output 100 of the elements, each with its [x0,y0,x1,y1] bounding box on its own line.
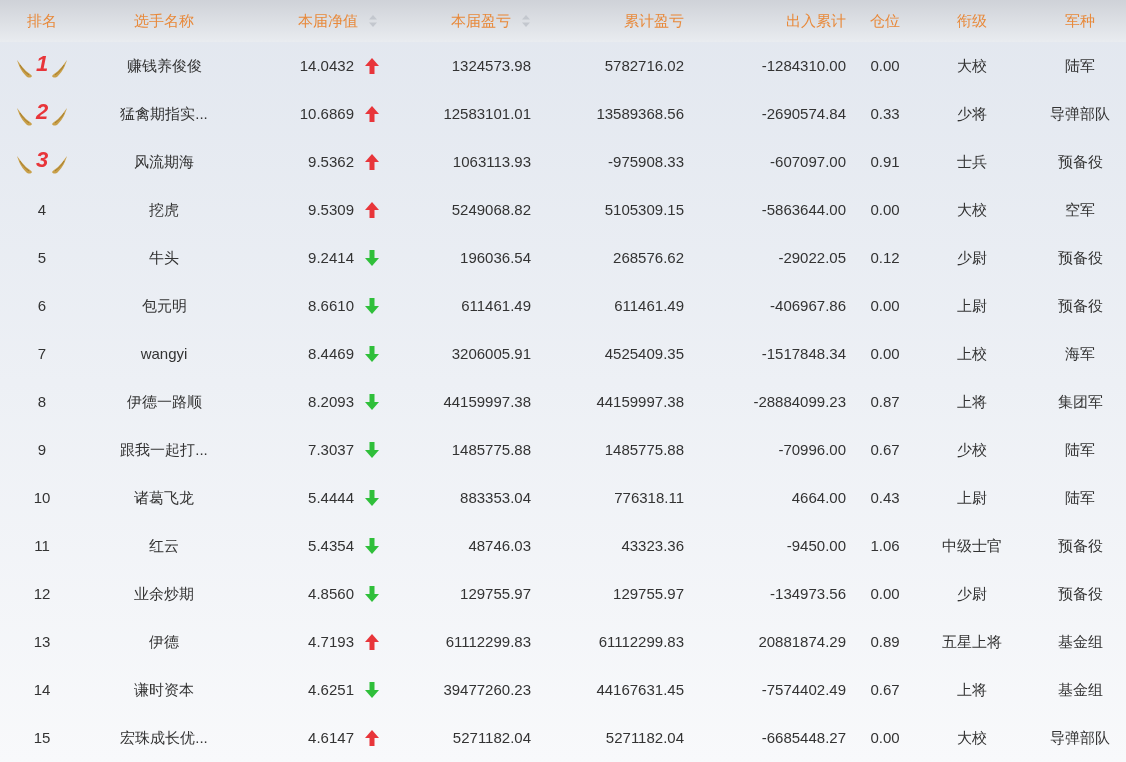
rank-number: 14 [33,679,51,700]
period-profit: 44159997.38 [443,391,531,412]
column-header[interactable]: 本届净值 [298,9,378,33]
net-value: 8.2093 [308,391,354,412]
position-ratio: 0.91 [870,151,900,172]
player-name: 风流期海 [134,151,194,172]
rank-title: 大校 [957,727,987,748]
position-ratio: 0.00 [870,295,900,316]
net-flow: -28884099.23 [753,391,846,412]
position-ratio: 0.87 [870,391,900,412]
column-header: 出入累计 [786,10,846,31]
net-flow: -5863644.00 [761,199,846,220]
net-flow: -406967.86 [770,295,846,316]
service-branch: 预备役 [1057,151,1103,172]
total-profit: 5782716.02 [604,55,684,76]
rank-title: 士兵 [957,151,987,172]
service-branch: 预备役 [1057,583,1103,604]
sort-icon[interactable] [521,14,531,28]
player-name: 谦时资本 [134,679,194,700]
net-value: 7.3037 [308,439,354,460]
column-header: 仓位 [870,10,900,31]
rank-number: 10 [33,487,51,508]
period-profit: 1485775.88 [451,439,531,460]
rank-title: 少尉 [957,583,987,604]
position-ratio: 0.33 [870,103,900,124]
service-branch: 导弹部队 [1050,727,1110,748]
rank-title: 上将 [957,391,987,412]
rank-title: 上尉 [957,295,987,316]
net-value: 5.4444 [308,487,354,508]
column-header[interactable]: 本届盈亏 [451,9,531,33]
total-profit: 776318.11 [614,487,684,508]
total-profit: 13589368.56 [596,103,684,124]
service-branch: 陆军 [1065,55,1095,76]
service-branch: 海军 [1065,343,1095,364]
player-name: wangyi [140,343,188,364]
rank-title: 上尉 [957,487,987,508]
rank-number: 8 [37,391,47,412]
net-value: 9.5362 [308,151,354,172]
rank-number: 9 [37,439,47,460]
player-name: 赚钱养俊俊 [126,55,202,76]
total-profit: 4525409.35 [604,343,684,364]
service-branch: 空军 [1065,199,1095,220]
column-header: 排名 [27,10,57,31]
net-flow: -607097.00 [770,151,846,172]
period-profit: 1063113.93 [452,151,531,172]
player-name: 宏珠成长优... [120,727,208,748]
net-value: 5.4354 [308,535,354,556]
period-profit: 883353.04 [460,487,531,508]
net-flow: -70996.00 [778,439,846,460]
period-profit: 61112299.83 [445,631,531,652]
rank-number: 1 [35,49,49,78]
service-branch: 陆军 [1065,439,1095,460]
service-branch: 基金组 [1057,679,1103,700]
player-name: 挖虎 [149,199,179,220]
rank-number: 13 [33,631,51,652]
total-profit: 61112299.83 [598,631,684,652]
player-name: 诸葛飞龙 [134,487,194,508]
net-value: 10.6869 [299,103,354,124]
position-ratio: 0.00 [870,55,900,76]
period-profit: 1324573.98 [451,55,531,76]
rank-number: 7 [37,343,47,364]
position-ratio: 0.12 [870,247,900,268]
position-ratio: 0.89 [870,631,900,652]
rank-title: 大校 [957,55,987,76]
total-profit: 44159997.38 [596,391,684,412]
service-branch: 基金组 [1057,631,1103,652]
total-profit: 611461.49 [614,295,684,316]
net-flow: -6685448.27 [761,727,846,748]
position-ratio: 0.00 [870,343,900,364]
rank-number: 3 [35,145,49,174]
net-value: 9.5309 [308,199,354,220]
rank-number: 2 [35,97,49,126]
net-flow: -9450.00 [786,535,846,556]
service-branch: 预备役 [1057,295,1103,316]
net-flow: -1517848.34 [761,343,846,364]
rank-title: 上将 [957,679,987,700]
player-name: 红云 [149,535,179,556]
sort-icon[interactable] [368,14,378,28]
total-profit: -975908.33 [608,151,684,172]
net-value: 8.4469 [308,343,354,364]
rank-title: 少尉 [957,247,987,268]
service-branch: 陆军 [1065,487,1095,508]
period-profit: 196036.54 [460,247,531,268]
net-flow: -29022.05 [778,247,846,268]
service-branch: 导弹部队 [1050,103,1110,124]
rank-number: 4 [37,199,47,220]
position-ratio: 0.67 [870,679,900,700]
net-flow: -134973.56 [770,583,846,604]
service-branch: 预备役 [1057,247,1103,268]
net-value: 4.8560 [308,583,354,604]
period-profit: 129755.97 [460,583,531,604]
net-value: 4.7193 [308,631,354,652]
position-ratio: 0.43 [870,487,900,508]
player-name: 伊德一路顺 [126,391,202,412]
total-profit: 43323.36 [621,535,684,556]
player-name: 跟我一起打... [120,439,208,460]
position-ratio: 0.00 [870,727,900,748]
total-profit: 5271182.04 [605,727,684,748]
player-name: 业余炒期 [134,583,194,604]
total-profit: 129755.97 [613,583,684,604]
